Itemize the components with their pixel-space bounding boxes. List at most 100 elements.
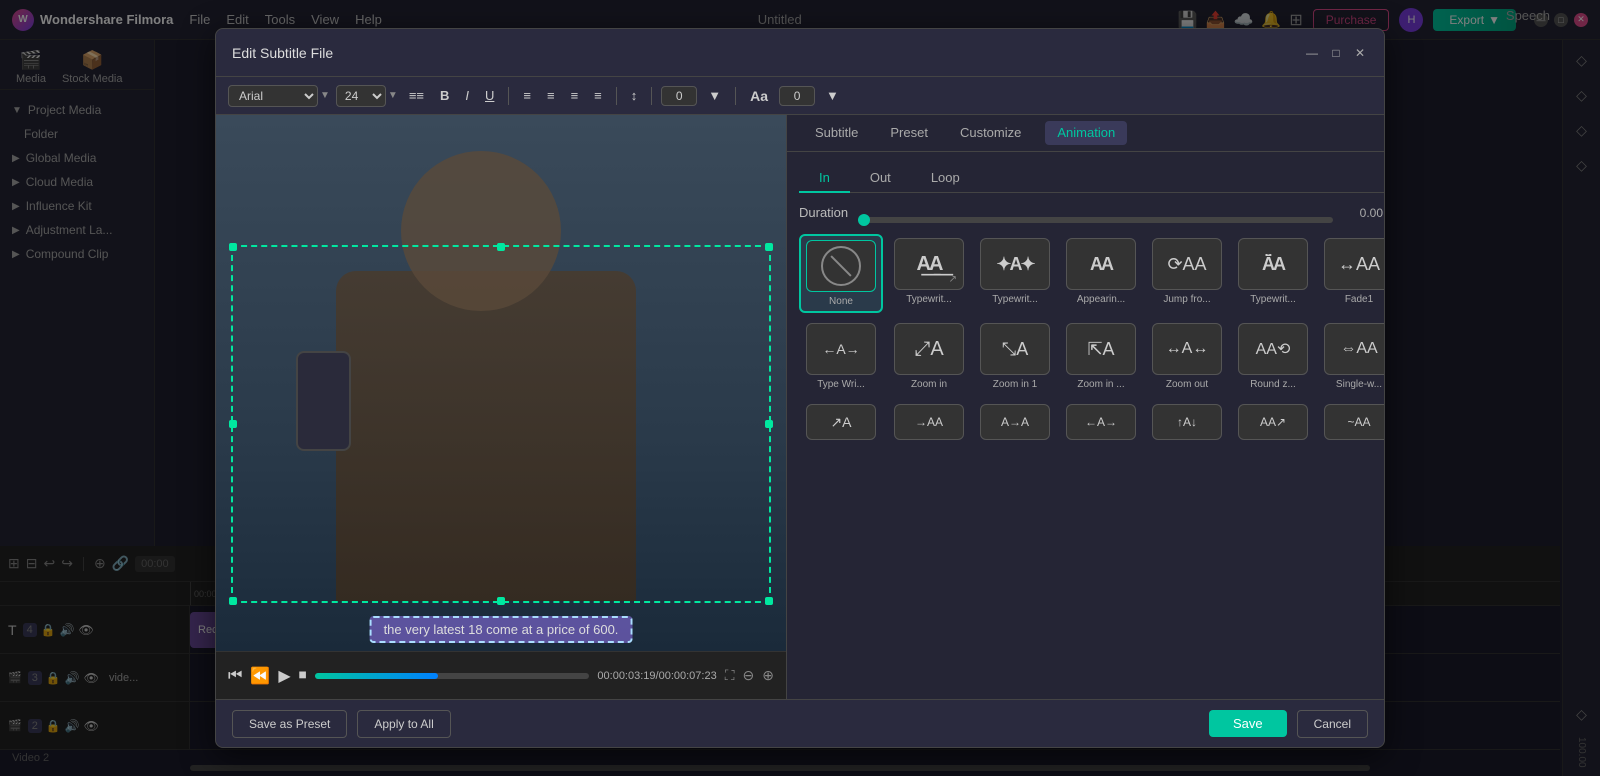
person-head <box>401 151 561 311</box>
anim-thumb-typewrite3: Ā̈A <box>1238 238 1308 290</box>
tb-align-right-button[interactable]: ≡ <box>566 86 584 105</box>
duration-slider[interactable] <box>858 217 1333 223</box>
anim-typewrite2-icon: ✦A✦ <box>996 254 1033 275</box>
tb-num-input-1[interactable] <box>661 86 697 106</box>
phone-item <box>296 351 351 451</box>
time-display: 00:00:03:19/00:00:07:23 <box>597 670 716 682</box>
anim-label-appearing: Appearin... <box>1065 294 1137 305</box>
tb-align-justify-button[interactable]: ≡ <box>589 86 607 105</box>
anim-subtab-out[interactable]: Out <box>850 164 911 193</box>
anim-subtab-in[interactable]: In <box>799 164 850 193</box>
anim-singlew-icon: ⇔AA <box>1340 340 1377 358</box>
anim-thumb-row3-5: ↑A↓ <box>1152 404 1222 440</box>
anim-label-singlew: Single-w... <box>1323 379 1384 390</box>
anim-zoomin2-icon: ⇱A <box>1087 339 1114 360</box>
anim-item-row3-6[interactable]: AA↗ <box>1233 400 1313 444</box>
modal-minimize-button[interactable]: — <box>1304 45 1320 61</box>
anim-item-row3-4[interactable]: ←A→ <box>1061 400 1141 444</box>
anim-item-row3-2[interactable]: →AA <box>889 400 969 444</box>
ctrl-add-button[interactable]: ⊕ <box>762 667 774 684</box>
ctrl-stop-button[interactable]: ⏹ <box>299 667 307 685</box>
ctrl-settings-button[interactable]: ⊖ <box>743 667 755 684</box>
progress-bar-fill <box>315 673 439 679</box>
anim-item-typewrite1[interactable]: A͟A͟ ↗ Typewrit... <box>889 234 969 313</box>
none-line-icon <box>830 255 851 276</box>
anim-r3-5-icon: ↑A↓ <box>1177 415 1197 429</box>
anim-item-zoomin2[interactable]: ⇱A Zoom in ... <box>1061 319 1141 394</box>
tb-aa-button[interactable]: Aa <box>745 86 773 106</box>
anim-label-zoomin1: Zoom in 1 <box>979 379 1051 390</box>
anim-item-row3-3[interactable]: A→A <box>975 400 1055 444</box>
anim-item-typewrite4[interactable]: ←A→ Type Wri... <box>799 319 883 394</box>
anim-item-zoomin[interactable]: ⤢A Zoom in <box>889 319 969 394</box>
duration-slider-container <box>858 210 1333 216</box>
anim-item-none[interactable]: None <box>799 234 883 313</box>
tb-bold-button[interactable]: B <box>435 86 454 105</box>
animation-panel: In Out Loop Duration 0.00 s <box>787 152 1384 699</box>
tab-customize[interactable]: Customize <box>944 115 1037 152</box>
anim-r3-1-icon: ↗A <box>830 414 851 431</box>
font-size-select[interactable]: 24 <box>336 85 386 107</box>
anim-thumb-row3-4: ←A→ <box>1066 404 1136 440</box>
anim-item-row3-7[interactable]: ~AA <box>1319 400 1384 444</box>
tb-align-center-button[interactable]: ≡ <box>542 86 560 105</box>
tab-preset[interactable]: Preset <box>874 115 944 152</box>
video-content <box>216 115 786 651</box>
anim-roundz-icon: AA⟲ <box>1256 339 1291 359</box>
anim-thumb-zoomin2: ⇱A <box>1066 323 1136 375</box>
anim-item-row3-1[interactable]: ↗A <box>799 400 883 444</box>
tab-animation[interactable]: Animation <box>1045 121 1127 145</box>
video-subtitle[interactable]: the very latest 18 come at a price of 60… <box>370 616 633 643</box>
anim-item-typewrite3[interactable]: Ā̈A Typewrit... <box>1233 234 1313 313</box>
tb-num2-up-button[interactable]: ▼ <box>821 86 844 105</box>
anim-item-appearing[interactable]: AA Appearin... <box>1061 234 1141 313</box>
tb-num-input-2[interactable] <box>779 86 815 106</box>
anim-fade1-icon: ↔AA <box>1338 254 1380 275</box>
anim-item-zoomout[interactable]: ↔A↔ Zoom out <box>1147 319 1227 394</box>
toolbar-separator-4 <box>735 87 736 105</box>
anim-r3-7-icon: ~AA <box>1347 415 1370 429</box>
ctrl-play-button[interactable]: ▶ <box>278 666 290 686</box>
tb-underline-button[interactable]: U <box>480 86 499 105</box>
font-family-select[interactable]: Arial <box>228 85 318 107</box>
modal-title: Edit Subtitle File <box>232 45 1292 61</box>
anim-label-jumpfrom: Jump fro... <box>1151 294 1223 305</box>
ctrl-prev-frame-button[interactable]: ⏪ <box>250 666 270 686</box>
anim-item-jumpfrom[interactable]: ⟳AA Jump fro... <box>1147 234 1227 313</box>
save-button[interactable]: Save <box>1209 710 1287 737</box>
ctrl-fullscreen-button[interactable]: ⛶ <box>725 667 735 684</box>
tb-italic-button[interactable]: I <box>460 86 474 105</box>
anim-item-zoomin1[interactable]: ⤡A Zoom in 1 <box>975 319 1055 394</box>
duration-value: 0.00 <box>1343 206 1383 220</box>
anim-item-typewrite2[interactable]: ✦A✦ Typewrit... <box>975 234 1055 313</box>
modal-bottom-bar: Save as Preset Apply to All Save Cancel <box>216 699 1384 747</box>
tb-vertical-button[interactable]: ↕ <box>626 86 643 105</box>
save-preset-button[interactable]: Save as Preset <box>232 710 347 738</box>
anim-item-roundz[interactable]: AA⟲ Round z... <box>1233 319 1313 394</box>
modal-maximize-button[interactable]: □ <box>1328 45 1344 61</box>
anim-thumb-typewrite1: A͟A͟ ↗ <box>894 238 964 290</box>
anim-thumb-row3-1: ↗A <box>806 404 876 440</box>
modal-close-button[interactable]: ✕ <box>1352 45 1368 61</box>
anim-r3-3-icon: A→A <box>1001 415 1029 429</box>
cancel-button[interactable]: Cancel <box>1297 710 1368 738</box>
anim-label-typewrite2: Typewrit... <box>979 294 1051 305</box>
tb-lines-button[interactable]: ≡≡ <box>404 86 429 105</box>
tb-align-left-button[interactable]: ≡ <box>518 86 536 105</box>
apply-all-button[interactable]: Apply to All <box>357 710 450 738</box>
anim-item-fade1[interactable]: ↔AA Fade1 <box>1319 234 1384 313</box>
anim-subtab-loop[interactable]: Loop <box>911 164 980 193</box>
progress-bar-container[interactable] <box>315 673 590 679</box>
anim-thumb-zoomout: ↔A↔ <box>1152 323 1222 375</box>
anim-item-row3-5[interactable]: ↑A↓ <box>1147 400 1227 444</box>
ctrl-skip-back-button[interactable]: ⏮ <box>228 667 242 685</box>
anim-label-zoomin: Zoom in <box>893 379 965 390</box>
duration-label: Duration <box>799 205 848 220</box>
anim-thumb-zoomin: ⤢A <box>894 323 964 375</box>
tab-subtitle[interactable]: Subtitle <box>799 115 874 152</box>
tb-num1-up-button[interactable]: ▼ <box>703 86 726 105</box>
font-size-dropdown-icon: ▼ <box>388 90 398 101</box>
anim-thumb-jumpfrom: ⟳AA <box>1152 238 1222 290</box>
anim-item-singlew[interactable]: ⇔AA Single-w... <box>1319 319 1384 394</box>
anim-thumb-roundz: AA⟲ <box>1238 323 1308 375</box>
